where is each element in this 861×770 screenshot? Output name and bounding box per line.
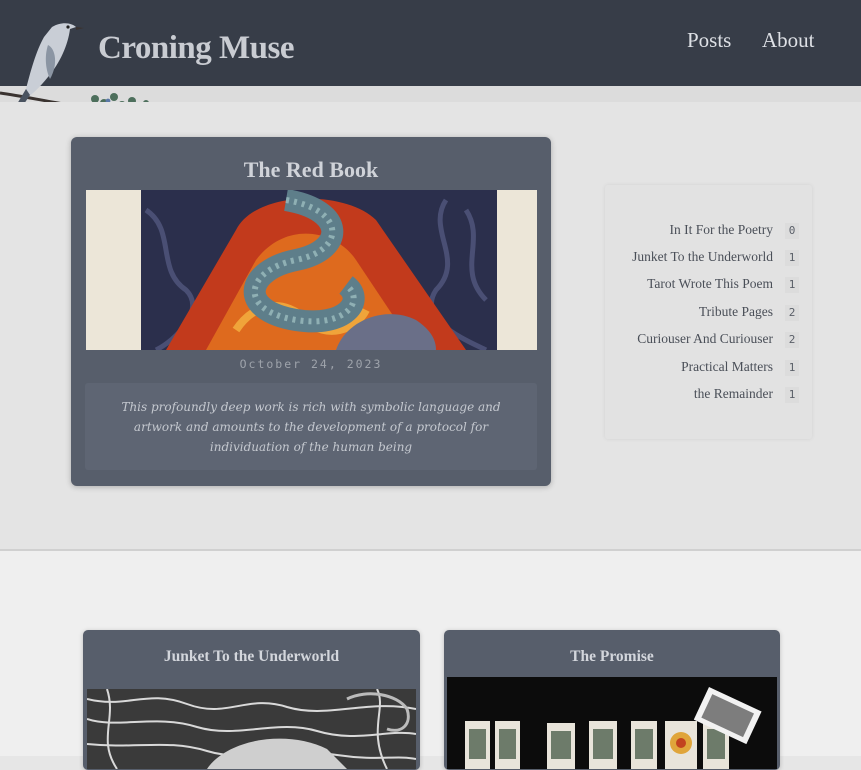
tag-item-tribute-pages[interactable]: Tribute Pages 2 [605,304,812,324]
tag-count-badge: 0 [785,223,799,239]
featured-post-image[interactable] [86,190,537,350]
tag-count-badge: 1 [785,387,799,403]
post-title[interactable]: Junket To the Underworld [83,648,420,666]
post-image[interactable] [87,689,416,769]
tag-label[interactable]: the Remainder [694,386,773,402]
featured-post-date: October 24, 2023 [239,357,383,371]
tag-label[interactable]: Junket To the Underworld [632,249,773,265]
featured-post-card[interactable]: The Red Book October 24, 2023 This profo… [71,137,551,486]
tag-item-in-it-for-the-poetry[interactable]: In It For the Poetry 0 [605,222,812,242]
tag-label[interactable]: Tribute Pages [699,304,773,320]
post-card-the-promise[interactable]: The Promise [444,630,780,770]
tag-count-badge: 1 [785,360,799,376]
post-image[interactable] [447,677,777,769]
tag-item-the-remainder[interactable]: the Remainder 1 [605,386,812,406]
featured-post-title[interactable]: The Red Book [71,157,551,183]
tag-count-badge: 1 [785,277,799,293]
tag-count-badge: 2 [785,305,799,321]
featured-post-excerpt-text: This profoundly deep work is rich with s… [121,400,501,454]
tag-list-panel: In It For the Poetry 0 Junket To the Und… [605,185,812,439]
tag-item-tarot-wrote-this-poem[interactable]: Tarot Wrote This Poem 1 [605,276,812,296]
tag-label[interactable]: Curiouser And Curiouser [637,331,773,347]
tag-item-junket-to-the-underworld[interactable]: Junket To the Underworld 1 [605,249,812,269]
nav-posts-link[interactable]: Posts [687,28,731,53]
tag-item-curiouser-and-curiouser[interactable]: Curiouser And Curiouser 2 [605,331,812,351]
tag-label[interactable]: In It For the Poetry [670,222,774,238]
tag-label[interactable]: Tarot Wrote This Poem [647,276,773,292]
tag-count-badge: 2 [785,332,799,348]
nav-about-link[interactable]: About [762,28,815,53]
post-title[interactable]: The Promise [444,648,780,666]
post-card-junket-to-the-underworld[interactable]: Junket To the Underworld [83,630,420,770]
tag-count-badge: 1 [785,250,799,266]
tag-label[interactable]: Practical Matters [681,359,773,375]
tag-item-practical-matters[interactable]: Practical Matters 1 [605,359,812,379]
featured-post-excerpt: This profoundly deep work is rich with s… [85,383,537,470]
site-title[interactable]: Croning Muse [98,30,295,67]
